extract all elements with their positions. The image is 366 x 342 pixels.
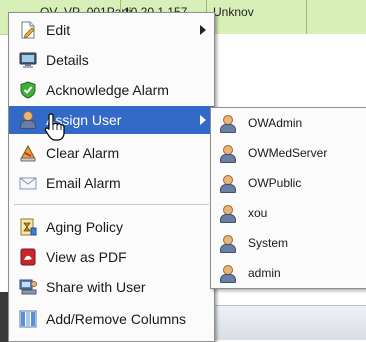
user-name-label: System xyxy=(248,236,289,250)
menu-item-label: View as PDF xyxy=(46,249,127,265)
menu-item-label: Email Alarm xyxy=(46,175,121,191)
user-icon xyxy=(19,111,37,129)
submenu-item-user[interactable]: admin xyxy=(211,258,366,288)
user-icon xyxy=(219,205,236,223)
menu-separator xyxy=(14,204,209,205)
user-name-label: admin xyxy=(248,266,281,280)
user-icon xyxy=(219,145,236,163)
user-icon xyxy=(219,235,236,253)
submenu-item-user[interactable]: OWMedServer xyxy=(211,138,366,168)
policy-hourglass-icon xyxy=(19,218,37,236)
menu-item-email-alarm[interactable]: Email Alarm xyxy=(9,169,214,197)
context-menu: Edit Details Acknowledge Alarm Assign Us… xyxy=(8,12,215,342)
user-name-label: OWPublic xyxy=(248,176,302,190)
menu-item-clear-alarm[interactable]: Clear Alarm xyxy=(9,139,214,167)
eraser-icon xyxy=(19,144,37,162)
menu-item-details[interactable]: Details xyxy=(9,46,214,74)
columns-icon xyxy=(19,310,37,328)
menu-item-assign-user[interactable]: Assign User xyxy=(9,106,214,134)
submenu-item-user[interactable]: OWAdmin xyxy=(211,108,366,138)
submenu-item-user[interactable]: xou xyxy=(211,198,366,228)
submenu-item-user[interactable]: System xyxy=(211,228,366,258)
menu-item-add-remove-columns[interactable]: Add/Remove Columns xyxy=(9,305,214,333)
submenu-arrow-icon xyxy=(200,25,206,35)
menu-item-label: Add/Remove Columns xyxy=(46,311,187,327)
envelope-icon xyxy=(19,174,37,192)
menu-item-label: Details xyxy=(46,52,89,68)
user-icon xyxy=(219,175,236,193)
submenu-item-user[interactable]: OWPublic xyxy=(211,168,366,198)
user-name-label: OWAdmin xyxy=(248,116,303,130)
menu-item-view-as-pdf[interactable]: View as PDF xyxy=(9,243,214,271)
menu-item-aging-policy[interactable]: Aging Policy xyxy=(9,213,214,241)
column-divider xyxy=(306,0,307,34)
status-cell: Unknov xyxy=(213,5,254,19)
edit-document-icon xyxy=(19,21,37,39)
share-computer-icon xyxy=(19,278,37,296)
menu-item-label: Clear Alarm xyxy=(46,145,120,161)
monitor-icon xyxy=(19,51,37,69)
menu-item-label: Edit xyxy=(46,22,71,38)
pdf-icon xyxy=(19,248,37,266)
menu-item-edit[interactable]: Edit xyxy=(9,16,214,44)
green-shield-check-icon xyxy=(19,81,37,99)
user-name-label: xou xyxy=(248,206,268,220)
user-icon xyxy=(219,265,236,283)
user-name-label: OWMedServer xyxy=(248,146,328,160)
menu-item-share-with-user[interactable]: Share with User xyxy=(9,273,214,301)
bottom-toolbar xyxy=(212,305,366,340)
menu-item-label: Share with User xyxy=(46,279,146,295)
submenu-arrow-icon xyxy=(200,115,206,125)
menu-item-label: Acknowledge Alarm xyxy=(46,82,169,98)
menu-item-acknowledge-alarm[interactable]: Acknowledge Alarm xyxy=(9,76,214,104)
menu-item-label: Aging Policy xyxy=(46,219,124,235)
assign-user-submenu: OWAdmin OWMedServer OWPublic xou System … xyxy=(210,107,366,289)
hand-pointer-cursor-icon xyxy=(44,113,65,141)
user-icon xyxy=(219,115,236,133)
